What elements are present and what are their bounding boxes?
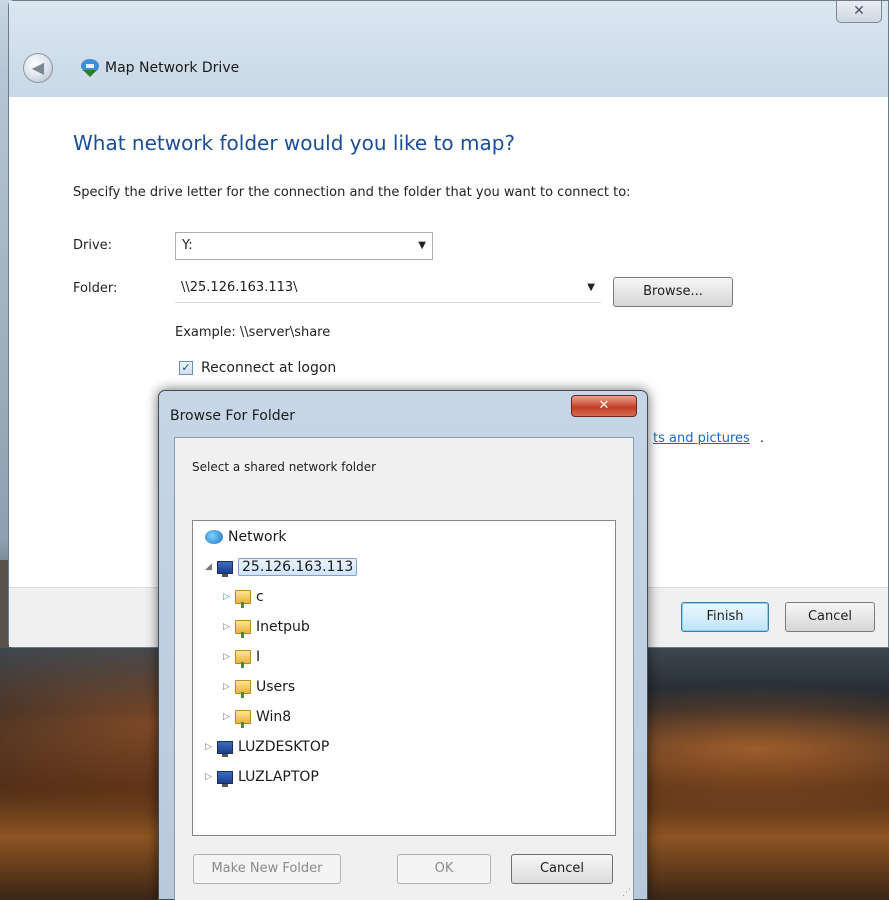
link-period: . bbox=[760, 431, 765, 446]
folder-icon bbox=[235, 620, 251, 638]
drive-label: Drive: bbox=[73, 238, 113, 253]
back-button[interactable]: ◀ bbox=[23, 53, 53, 83]
documents-pictures-link[interactable]: ts and pictures bbox=[653, 431, 750, 446]
close-icon[interactable]: ✕ bbox=[571, 395, 637, 417]
window-title-bar: ✕ ◀ Map Network Drive bbox=[9, 1, 888, 97]
folder-value: \\25.126.163.113\ bbox=[181, 280, 298, 295]
example-text: Example: \\server\share bbox=[175, 325, 331, 340]
page-heading: What network folder would you like to ma… bbox=[73, 131, 516, 155]
expand-icon[interactable]: ▷ bbox=[205, 765, 217, 789]
computer-icon bbox=[217, 740, 233, 757]
tree-node-luzlaptop[interactable]: ▷ LUZLAPTOP bbox=[205, 765, 319, 789]
reconnect-checkbox[interactable]: ✓ bbox=[179, 361, 193, 375]
expand-icon[interactable]: ▷ bbox=[223, 615, 235, 639]
folder-label: Folder: bbox=[73, 281, 118, 296]
tree-node-folder-win8[interactable]: ▷ Win8 bbox=[223, 705, 291, 729]
computer-icon bbox=[217, 770, 233, 787]
expand-icon[interactable]: ▷ bbox=[223, 645, 235, 669]
tree-node-folder-i[interactable]: ▷ I bbox=[223, 645, 260, 669]
cancel-button[interactable]: Cancel bbox=[785, 602, 875, 632]
tree-node-folder-c[interactable]: ▷ c bbox=[223, 585, 264, 609]
folder-tree[interactable]: Network ◢ 25.126.163.113 ▷ c ▷ Inetpub ▷ I ▷… bbox=[192, 520, 616, 836]
folder-icon bbox=[235, 590, 251, 608]
expand-icon[interactable]: ▷ bbox=[223, 705, 235, 729]
browse-button[interactable]: Browse... bbox=[613, 277, 733, 307]
reconnect-label[interactable]: Reconnect at logon bbox=[201, 360, 336, 376]
folder-icon bbox=[235, 680, 251, 698]
expand-icon[interactable]: ▷ bbox=[223, 585, 235, 609]
folder-combo[interactable]: \\25.126.163.113\ ▼ bbox=[175, 275, 601, 303]
browse-for-folder-dialog: Browse For Folder ✕ Select a shared netw… bbox=[158, 390, 648, 900]
dropdown-arrow-icon[interactable]: ▼ bbox=[587, 275, 595, 301]
folder-icon bbox=[235, 710, 251, 728]
computer-icon bbox=[217, 560, 233, 577]
close-icon[interactable]: ✕ bbox=[836, 1, 882, 23]
collapse-icon[interactable]: ◢ bbox=[205, 555, 217, 579]
dialog-cancel-button[interactable]: Cancel bbox=[511, 854, 613, 884]
network-drive-icon bbox=[81, 59, 99, 77]
instruction-text: Specify the drive letter for the connect… bbox=[73, 185, 631, 200]
dialog-instruction: Select a shared network folder bbox=[192, 460, 377, 474]
tree-node-network[interactable]: Network bbox=[205, 525, 286, 549]
tree-node-luzdesktop[interactable]: ▷ LUZDESKTOP bbox=[205, 735, 329, 759]
tree-node-folder-users[interactable]: ▷ Users bbox=[223, 675, 295, 699]
expand-icon[interactable]: ▷ bbox=[223, 675, 235, 699]
tree-node-folder-inetpub[interactable]: ▷ Inetpub bbox=[223, 615, 310, 639]
resize-grip-icon[interactable]: ⋰ bbox=[622, 888, 631, 898]
dropdown-arrow-icon[interactable]: ▼ bbox=[418, 233, 426, 259]
dialog-body: Select a shared network folder Network ◢… bbox=[174, 437, 634, 900]
window-title: Map Network Drive bbox=[105, 60, 240, 76]
folder-icon bbox=[235, 650, 251, 668]
drive-select[interactable]: Y: ▼ bbox=[175, 232, 433, 260]
tree-node-host[interactable]: ◢ 25.126.163.113 bbox=[205, 555, 358, 579]
finish-button[interactable]: Finish bbox=[681, 602, 769, 632]
network-icon bbox=[205, 530, 223, 544]
ok-button[interactable]: OK bbox=[397, 854, 491, 884]
drive-value: Y: bbox=[182, 238, 193, 253]
expand-icon[interactable]: ▷ bbox=[205, 735, 217, 759]
make-new-folder-button[interactable]: Make New Folder bbox=[193, 854, 341, 884]
dialog-title: Browse For Folder bbox=[170, 408, 296, 424]
